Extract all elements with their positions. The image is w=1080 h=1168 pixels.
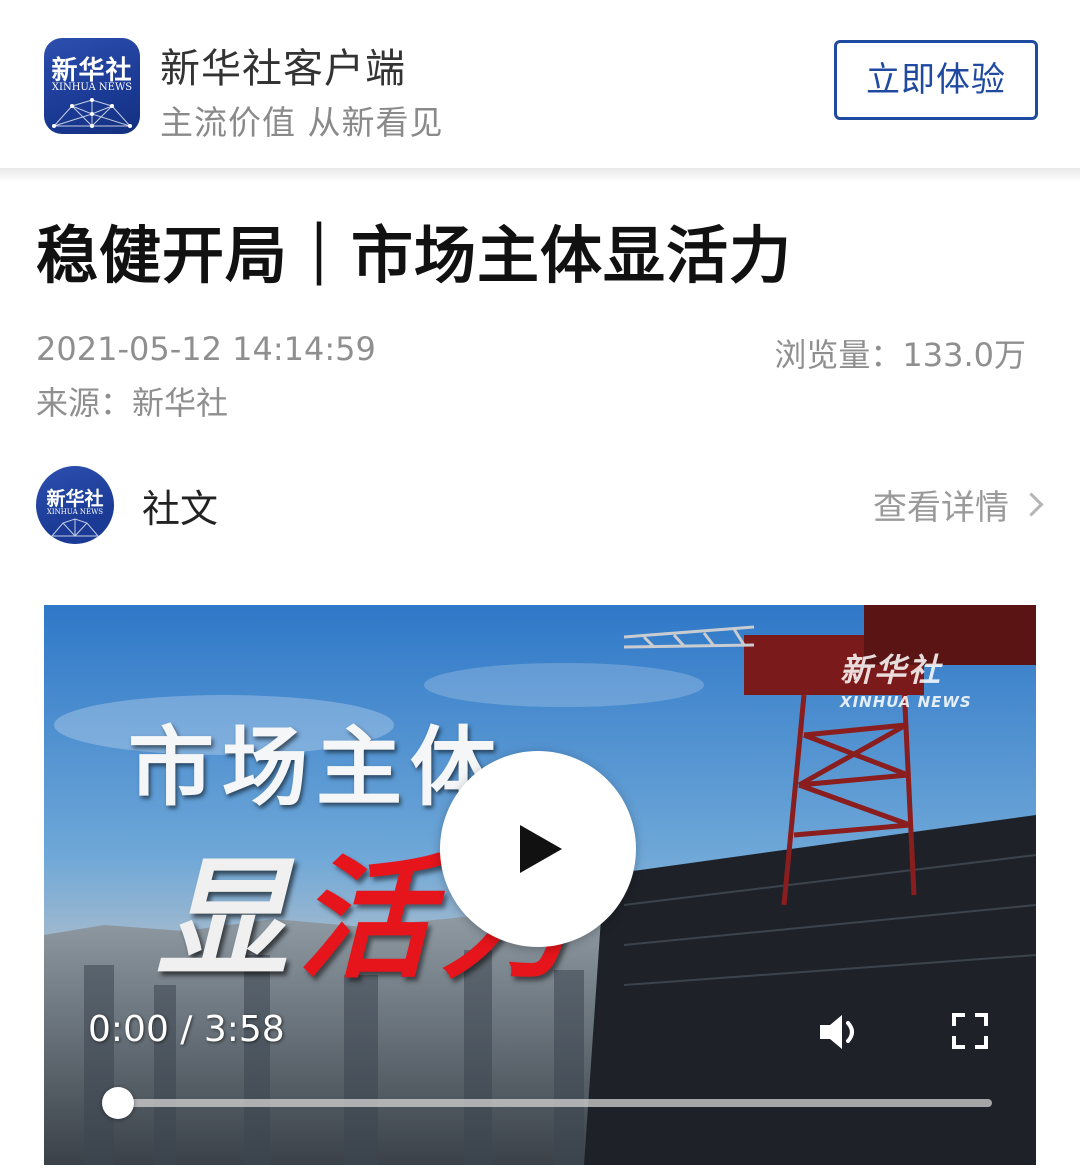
fullscreen-icon[interactable]	[950, 1011, 990, 1051]
video-progress-bar[interactable]	[104, 1099, 992, 1107]
play-icon	[520, 825, 562, 873]
overlay-char-white: 显	[156, 843, 298, 997]
article-title: 稳健开局｜市场主体显活力	[36, 219, 793, 292]
app-slogan: 主流价值 从新看见	[160, 103, 444, 142]
view-count: 浏览量：133.0万	[774, 330, 1026, 376]
avatar-text-cn: 新华社	[46, 488, 104, 510]
author-name[interactable]: 社文	[142, 478, 218, 533]
volume-icon[interactable]	[814, 1007, 864, 1057]
avatar-text-en: XINHUA NEWS	[46, 508, 104, 516]
video-time: 0:00 / 3:58	[88, 1009, 285, 1050]
view-count-label: 浏览量：	[774, 336, 903, 374]
view-count-value: 133.0万	[902, 336, 1026, 374]
watermark-en: XINHUA NEWS	[840, 693, 972, 711]
app-logo[interactable]: 新华社 XINHUA NEWS	[44, 38, 140, 134]
video-player[interactable]: 新华社 XINHUA NEWS 市场主体 显活力 0:00 / 3:58	[44, 605, 1036, 1165]
video-watermark: 新华社 XINHUA NEWS	[840, 645, 972, 711]
app-download-banner: 新华社 XINHUA NEWS 新华社客户端 主流价值 从新看见 立即体验	[0, 0, 1080, 170]
view-details-label: 查看详情	[873, 488, 1009, 528]
chevron-right-icon	[1019, 492, 1044, 517]
video-overlay-title: 市场主体	[128, 718, 504, 818]
network-icon	[52, 98, 132, 128]
view-details-link[interactable]: 查看详情	[873, 480, 1044, 529]
source-label: 来源：	[36, 384, 133, 422]
try-now-button[interactable]: 立即体验	[834, 40, 1038, 120]
watermark-cn: 新华社	[840, 651, 943, 689]
play-button[interactable]	[440, 751, 636, 947]
app-name: 新华社客户端	[160, 46, 406, 92]
network-icon	[50, 518, 100, 537]
author-avatar[interactable]: 新华社 XINHUA NEWS	[36, 466, 114, 544]
article-source: 来源：新华社	[36, 378, 228, 424]
video-progress-thumb[interactable]	[102, 1087, 134, 1119]
source-value: 新华社	[132, 384, 229, 422]
logo-text-en: XINHUA NEWS	[51, 82, 133, 93]
banner-divider	[0, 168, 1080, 182]
publish-time: 2021-05-12 14:14:59	[36, 330, 376, 368]
